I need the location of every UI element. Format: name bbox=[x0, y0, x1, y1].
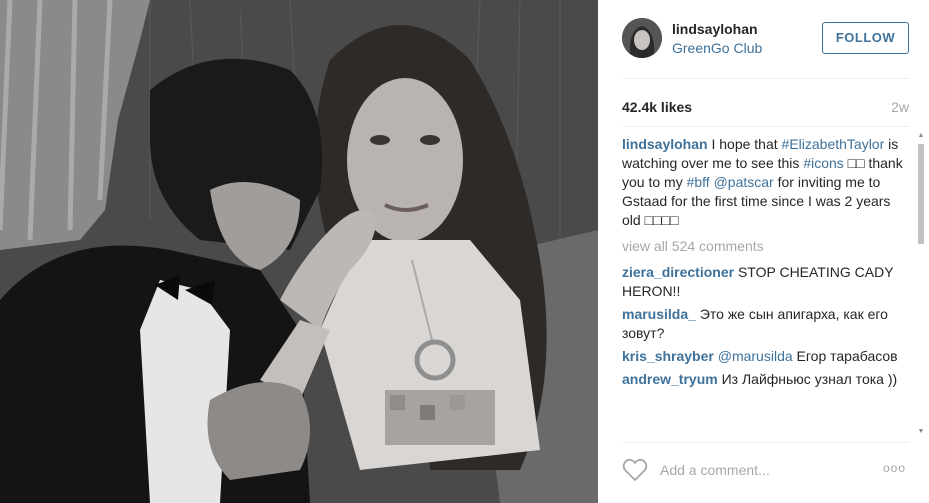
post-time-ago[interactable]: 2w bbox=[891, 99, 909, 115]
caption-username[interactable]: lindsaylohan bbox=[622, 136, 708, 152]
post-author-username[interactable]: lindsaylohan bbox=[672, 21, 758, 37]
comment-item: kris_shrayber @marusilda Егор тарабасов bbox=[622, 347, 912, 366]
scroll-up-arrow-icon[interactable]: ▲ bbox=[917, 132, 925, 140]
caption-text: I hope that bbox=[707, 136, 782, 152]
comment-username[interactable]: andrew_tryum bbox=[622, 371, 718, 387]
comment-item: andrew_tryum Из Лайфньюс узнал тока )) bbox=[622, 370, 912, 389]
comment-username[interactable]: marusilda_ bbox=[622, 306, 696, 322]
caption: lindsaylohan I hope that #ElizabethTaylo… bbox=[622, 135, 912, 230]
mention-link[interactable]: @marusilda bbox=[718, 348, 793, 364]
scroll-down-arrow-icon[interactable]: ▼ bbox=[917, 428, 925, 436]
follow-button[interactable]: FOLLOW bbox=[822, 22, 909, 54]
mention-link[interactable]: @patscar bbox=[714, 174, 774, 190]
post-side-panel: lindsaylohan GreenGo Club FOLLOW 42.4k l… bbox=[598, 0, 929, 503]
comment-item: ziera_directioner STOP CHEATING CADY HER… bbox=[622, 263, 912, 301]
divider bbox=[622, 78, 909, 79]
photo-image bbox=[0, 0, 598, 503]
divider bbox=[622, 126, 909, 127]
post-location[interactable]: GreenGo Club bbox=[672, 40, 762, 56]
avatar[interactable] bbox=[622, 18, 662, 58]
comments-list[interactable]: lindsaylohan I hope that #ElizabethTaylo… bbox=[622, 135, 912, 437]
add-comment-input[interactable] bbox=[660, 460, 860, 480]
comment-username[interactable]: kris_shrayber bbox=[622, 348, 714, 364]
comment-text: Егор тарабасов bbox=[792, 348, 898, 364]
heart-outline-icon[interactable] bbox=[622, 458, 648, 482]
hashtag-link[interactable]: #ElizabethTaylor bbox=[782, 136, 885, 152]
comment-item: marusilda_ Это же сын апигарха, как его … bbox=[622, 305, 912, 343]
scrollbar-thumb[interactable] bbox=[918, 144, 924, 244]
view-all-comments-link[interactable]: view all 524 comments bbox=[622, 237, 912, 256]
comment-username[interactable]: ziera_directioner bbox=[622, 264, 734, 280]
comment-text: Из Лайфньюс узнал тока )) bbox=[717, 371, 898, 387]
post-header: lindsaylohan GreenGo Club FOLLOW bbox=[598, 0, 929, 78]
avatar-image bbox=[622, 18, 662, 58]
likes-count[interactable]: 42.4k likes bbox=[622, 99, 692, 115]
hashtag-link[interactable]: #bff bbox=[687, 174, 710, 190]
divider bbox=[622, 442, 909, 443]
comments-scrollbar[interactable]: ▲ ▼ bbox=[917, 130, 925, 436]
hashtag-link[interactable]: #icons bbox=[803, 155, 843, 171]
more-dots-icon[interactable]: ooo bbox=[883, 461, 906, 475]
post-photo[interactable] bbox=[0, 0, 598, 503]
